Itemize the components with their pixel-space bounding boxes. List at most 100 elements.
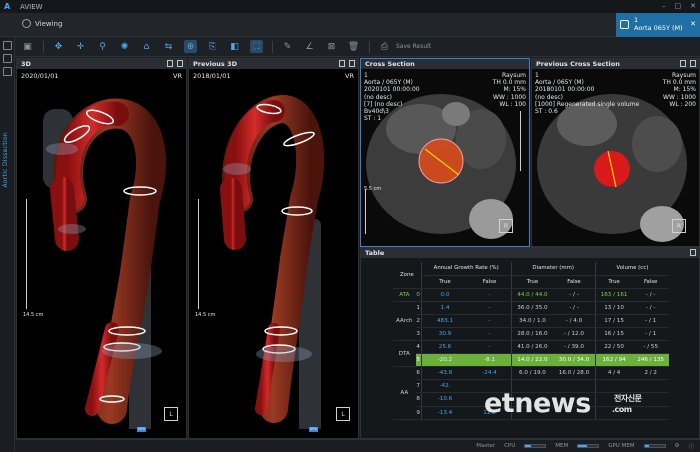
growth-false-cell: - bbox=[468, 288, 512, 302]
maximize-panel-icon[interactable] bbox=[690, 60, 696, 67]
patient-icon bbox=[620, 20, 629, 29]
workflow-label[interactable]: Aortic Dissection bbox=[2, 132, 13, 188]
fit-icon[interactable]: ⛶ bbox=[250, 40, 263, 53]
panel-cross-section[interactable]: Cross Section 1 Aorta / 065Y (M) 2020101… bbox=[360, 58, 530, 247]
angle-icon[interactable]: ∠ bbox=[303, 40, 316, 53]
volume-header: Volume (cc) bbox=[594, 262, 669, 276]
save-result-button[interactable]: Save Result bbox=[396, 43, 431, 50]
ct-info-line: Raysum bbox=[671, 72, 696, 79]
app-window: A AVIEW – □ ✕ Viewing 1 Aorta 065Y (M) ✕… bbox=[0, 0, 700, 452]
volume-false-cell: - / 55 bbox=[632, 340, 669, 355]
ct-info-line: ST : 1 bbox=[364, 115, 382, 123]
growth-true-cell: -20.2 bbox=[420, 353, 469, 368]
volume-false-cell: - / - bbox=[632, 288, 669, 302]
select-icon[interactable]: ▣ bbox=[21, 40, 34, 53]
overlay-icon[interactable]: ◧ bbox=[228, 40, 241, 53]
copy-icon[interactable] bbox=[680, 60, 686, 67]
crosshair-icon[interactable]: ⊕ bbox=[184, 40, 197, 53]
scale-label: 14.5 cm bbox=[23, 312, 44, 318]
diameter-true-cell: 44.0 / 44.0 bbox=[510, 288, 554, 302]
close-window-button[interactable]: ✕ bbox=[690, 2, 696, 10]
trash-icon[interactable]: 🗑 bbox=[347, 40, 360, 53]
panel-controls bbox=[690, 249, 696, 256]
zone-group-cell: AArch bbox=[393, 301, 416, 342]
window-level-bar[interactable] bbox=[515, 111, 521, 171]
growth-true-cell: -42. bbox=[420, 379, 469, 394]
panel-previous-3d[interactable]: Previous 3D 2018/01/01 VR 14.5 cm L GPU bbox=[188, 58, 359, 439]
orientation-cube[interactable]: L bbox=[336, 407, 350, 421]
volume-true-cell: 163 / 161 bbox=[594, 288, 633, 302]
panel-3d[interactable]: 3D 2020/01/01 VR 14.5 cm L GPU bbox=[16, 58, 187, 439]
volume-false-cell: 246 / 135 bbox=[632, 353, 669, 368]
maximize-panel-icon[interactable] bbox=[349, 60, 355, 67]
panel-table-title: Table bbox=[361, 248, 699, 258]
delete-image-icon[interactable]: ⊠ bbox=[325, 40, 338, 53]
panel-previous-cross-section[interactable]: Previous Cross Section 1 Aorta / 065Y (M… bbox=[531, 58, 700, 247]
save-icon[interactable]: ⎙ bbox=[378, 40, 391, 53]
table-row[interactable]: 5 -20.2 -8.1 14.0 / 22.0 30.0 / 34.0 162 / 94… bbox=[393, 353, 669, 368]
diameter-true-cell: 36.0 / 35.0 bbox=[510, 301, 554, 315]
copy-icon[interactable] bbox=[167, 60, 173, 67]
ct-info-line: ST : 0.6 bbox=[535, 108, 558, 116]
table-row[interactable]: ATA 0 0.0-44.0 / 44.0- / -163 / 161- / - bbox=[393, 288, 669, 302]
panel-controls bbox=[339, 60, 355, 67]
growth-true-cell: -43.8 bbox=[420, 366, 469, 381]
export-icon[interactable]: ⎘ bbox=[206, 40, 219, 53]
pointer-icon[interactable]: ✥ bbox=[52, 40, 65, 53]
gpu-mem-label: GPU MEM bbox=[608, 443, 635, 449]
diameter-false-cell: 16.0 / 28.0 bbox=[553, 366, 596, 381]
grid-layout-icon[interactable] bbox=[3, 41, 12, 50]
growth-true-cell: 25.6 bbox=[420, 340, 469, 355]
volume-true-cell: 22 / 50 bbox=[594, 340, 633, 355]
move-icon[interactable]: ✛ bbox=[74, 40, 87, 53]
list-icon[interactable] bbox=[3, 54, 12, 63]
zone-group-cell: AA bbox=[393, 366, 416, 420]
ct-info-line: WL : 200 bbox=[669, 100, 696, 108]
orientation-cube[interactable]: L bbox=[164, 407, 178, 421]
orientation-cube[interactable]: R bbox=[672, 219, 686, 233]
volume-false-cell bbox=[632, 406, 669, 420]
table-row[interactable]: DTA 4 25.6-41.0 / 26.0- / 39.0 22 / 50- / 5… bbox=[393, 340, 669, 368]
ct-info-line: 2020101 00:00:00 bbox=[364, 86, 420, 94]
table-row[interactable]: AA 6 -43.8 -24.4 6.0 / 19.0 16.0 / 28.0 4 / 42… bbox=[393, 366, 669, 420]
patient-tab[interactable]: 1 Aorta 065Y (M) ✕ bbox=[616, 13, 700, 37]
growth-false-cell: - bbox=[468, 340, 512, 355]
volume-true-cell: 17 / 15 bbox=[594, 314, 633, 328]
mode-selector[interactable]: Viewing bbox=[22, 19, 62, 28]
roi-icon[interactable]: ⌂ bbox=[140, 40, 153, 53]
copy-icon[interactable] bbox=[339, 60, 345, 67]
maximize-panel-icon[interactable] bbox=[690, 249, 696, 256]
volume-false-cell: - / - bbox=[632, 301, 669, 315]
growth-true-cell: 30.9 bbox=[420, 327, 469, 342]
volume-false-cell: - / 1 bbox=[632, 327, 669, 342]
settings-icon[interactable]: ⚙ bbox=[675, 443, 680, 449]
ct-info-line: Aorta / 065Y (M) bbox=[364, 79, 413, 87]
ct-info-line: (no desc) bbox=[535, 93, 563, 101]
gpu-badge: GPU bbox=[137, 427, 146, 432]
maximize-button[interactable]: □ bbox=[675, 2, 682, 10]
panel-previous-3d-title-text: Previous 3D bbox=[193, 60, 237, 68]
toolbar: ▣ ✥ ✛ ⚲ ✺ ⌂ ⇆ ⊕ ⎘ ◧ ⛶ ✎ ∠ ⊠ 🗑 ⎙ Save Res… bbox=[15, 37, 700, 57]
growth-false-cell: -24.4 bbox=[468, 366, 512, 381]
measure-icon[interactable]: ⇆ bbox=[162, 40, 175, 53]
table-row[interactable]: 2 483.1-34.0 / 1.0- / 4.0 17 / 15- / 1 bbox=[393, 314, 669, 328]
table-row[interactable]: AArch 1 1.4-36.0 / 35.0- / -13 / 10- / - bbox=[393, 301, 669, 342]
zoom-icon[interactable]: ⚲ bbox=[96, 40, 109, 53]
minimize-button[interactable]: – bbox=[662, 2, 666, 10]
brightness-icon[interactable]: ✺ bbox=[118, 40, 131, 53]
info-icon[interactable]: ⓘ bbox=[688, 442, 694, 450]
volume-true-cell: 162 / 94 bbox=[594, 353, 633, 368]
ct-info-line: Raysum bbox=[501, 72, 526, 79]
true-header: True bbox=[420, 275, 469, 289]
growth-false-cell: - bbox=[468, 301, 512, 315]
close-patient-icon[interactable]: ✕ bbox=[690, 20, 696, 28]
window-controls: – □ ✕ bbox=[662, 2, 696, 10]
table-row[interactable]: 3 30.9-28.0 / 16.0- / 12.0 16 / 15- / 1 bbox=[393, 327, 669, 342]
panel-cross-section-title: Cross Section bbox=[361, 59, 529, 69]
layers-icon[interactable] bbox=[3, 67, 12, 76]
erase-icon[interactable]: ✎ bbox=[281, 40, 294, 53]
ct-info-line: [7] (no desc) bbox=[364, 100, 403, 108]
volume-false-cell bbox=[632, 379, 669, 394]
orientation-cube[interactable]: R bbox=[499, 219, 513, 233]
maximize-panel-icon[interactable] bbox=[177, 60, 183, 67]
